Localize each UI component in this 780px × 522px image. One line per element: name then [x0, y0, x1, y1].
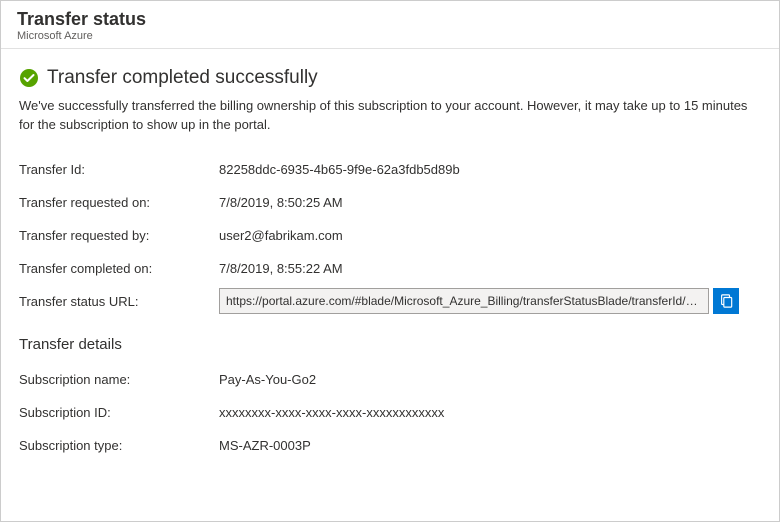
- value-subscription-name: Pay-As-You-Go2: [219, 372, 761, 387]
- copy-url-button[interactable]: [713, 288, 739, 314]
- label-subscription-name: Subscription name:: [19, 372, 219, 387]
- status-heading: Transfer completed successfully: [47, 67, 318, 89]
- content-area: Transfer completed successfully We've su…: [1, 49, 779, 462]
- value-subscription-type: MS-AZR-0003P: [219, 438, 761, 453]
- status-description: We've successfully transferred the billi…: [19, 97, 761, 135]
- row-completed-on: Transfer completed on: 7/8/2019, 8:55:22…: [19, 252, 761, 285]
- copy-icon: [719, 294, 733, 308]
- status-url-field[interactable]: https://portal.azure.com/#blade/Microsof…: [219, 288, 709, 314]
- value-transfer-id: 82258ddc-6935-4b65-9f9e-62a3fdb5d89b: [219, 162, 761, 177]
- transfer-details-heading: Transfer details: [19, 336, 761, 353]
- label-requested-on: Transfer requested on:: [19, 195, 219, 210]
- row-subscription-type: Subscription type: MS-AZR-0003P: [19, 429, 761, 462]
- label-subscription-type: Subscription type:: [19, 438, 219, 453]
- url-container: https://portal.azure.com/#blade/Microsof…: [219, 288, 739, 314]
- label-subscription-id: Subscription ID:: [19, 405, 219, 420]
- blade-header: Transfer status Microsoft Azure: [1, 1, 779, 49]
- value-completed-on: 7/8/2019, 8:55:22 AM: [219, 261, 761, 276]
- page-subtitle: Microsoft Azure: [17, 30, 763, 42]
- row-transfer-id: Transfer Id: 82258ddc-6935-4b65-9f9e-62a…: [19, 153, 761, 186]
- value-subscription-id: xxxxxxxx-xxxx-xxxx-xxxx-xxxxxxxxxxxx: [219, 405, 761, 420]
- success-check-icon: [19, 68, 39, 88]
- label-status-url: Transfer status URL:: [19, 294, 219, 309]
- row-requested-on: Transfer requested on: 7/8/2019, 8:50:25…: [19, 186, 761, 219]
- row-subscription-id: Subscription ID: xxxxxxxx-xxxx-xxxx-xxxx…: [19, 396, 761, 429]
- label-requested-by: Transfer requested by:: [19, 228, 219, 243]
- row-status-url: Transfer status URL: https://portal.azur…: [19, 285, 761, 318]
- value-requested-by: user2@fabrikam.com: [219, 228, 761, 243]
- page-title: Transfer status: [17, 9, 763, 30]
- row-subscription-name: Subscription name: Pay-As-You-Go2: [19, 363, 761, 396]
- label-completed-on: Transfer completed on:: [19, 261, 219, 276]
- status-heading-row: Transfer completed successfully: [19, 67, 761, 89]
- label-transfer-id: Transfer Id:: [19, 162, 219, 177]
- row-requested-by: Transfer requested by: user2@fabrikam.co…: [19, 219, 761, 252]
- value-requested-on: 7/8/2019, 8:50:25 AM: [219, 195, 761, 210]
